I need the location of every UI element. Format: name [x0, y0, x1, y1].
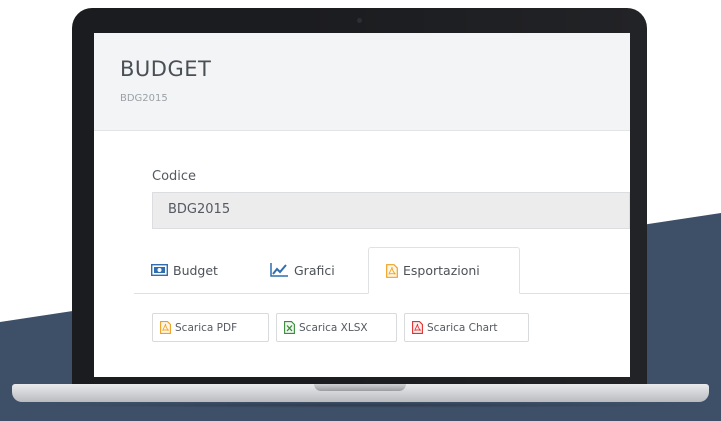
line-chart-icon: [270, 263, 289, 277]
file-excel-icon: [284, 321, 295, 334]
page-subtitle: BDG2015: [120, 93, 168, 104]
codice-label: Codice: [152, 169, 197, 184]
download-chart-label: Scarica Chart: [427, 321, 498, 334]
laptop-screen: BUDGET BDG2015 Codice BDG2015 Budget Gra…: [94, 33, 630, 377]
tab-esportazioni[interactable]: Esportazioni: [368, 247, 520, 294]
tab-budget[interactable]: Budget: [151, 247, 218, 293]
tab-esportazioni-label: Esportazioni: [403, 263, 480, 278]
money-icon: [151, 264, 168, 276]
download-pdf-label: Scarica PDF: [175, 321, 238, 334]
page-title: BUDGET: [120, 57, 212, 81]
tab-grafici-label: Grafici: [294, 262, 335, 278]
camera-icon: [357, 18, 362, 23]
tab-bar: Budget Grafici Esportazioni: [134, 247, 630, 294]
codice-field[interactable]: BDG2015: [152, 192, 630, 229]
download-pdf-button[interactable]: Scarica PDF: [152, 313, 269, 342]
download-xlsx-label: Scarica XLSX: [299, 321, 368, 334]
tab-grafici[interactable]: Grafici: [270, 247, 335, 293]
download-xlsx-button[interactable]: Scarica XLSX: [276, 313, 397, 342]
laptop-notch: [314, 384, 406, 391]
download-chart-button[interactable]: Scarica Chart: [404, 313, 529, 342]
page-header: BUDGET BDG2015: [94, 33, 630, 131]
laptop-shadow: [20, 402, 701, 408]
file-pdf-icon: [386, 263, 398, 278]
file-pdf-icon: [160, 321, 171, 334]
file-pdf-icon: [412, 321, 423, 334]
tab-budget-label: Budget: [173, 262, 218, 278]
